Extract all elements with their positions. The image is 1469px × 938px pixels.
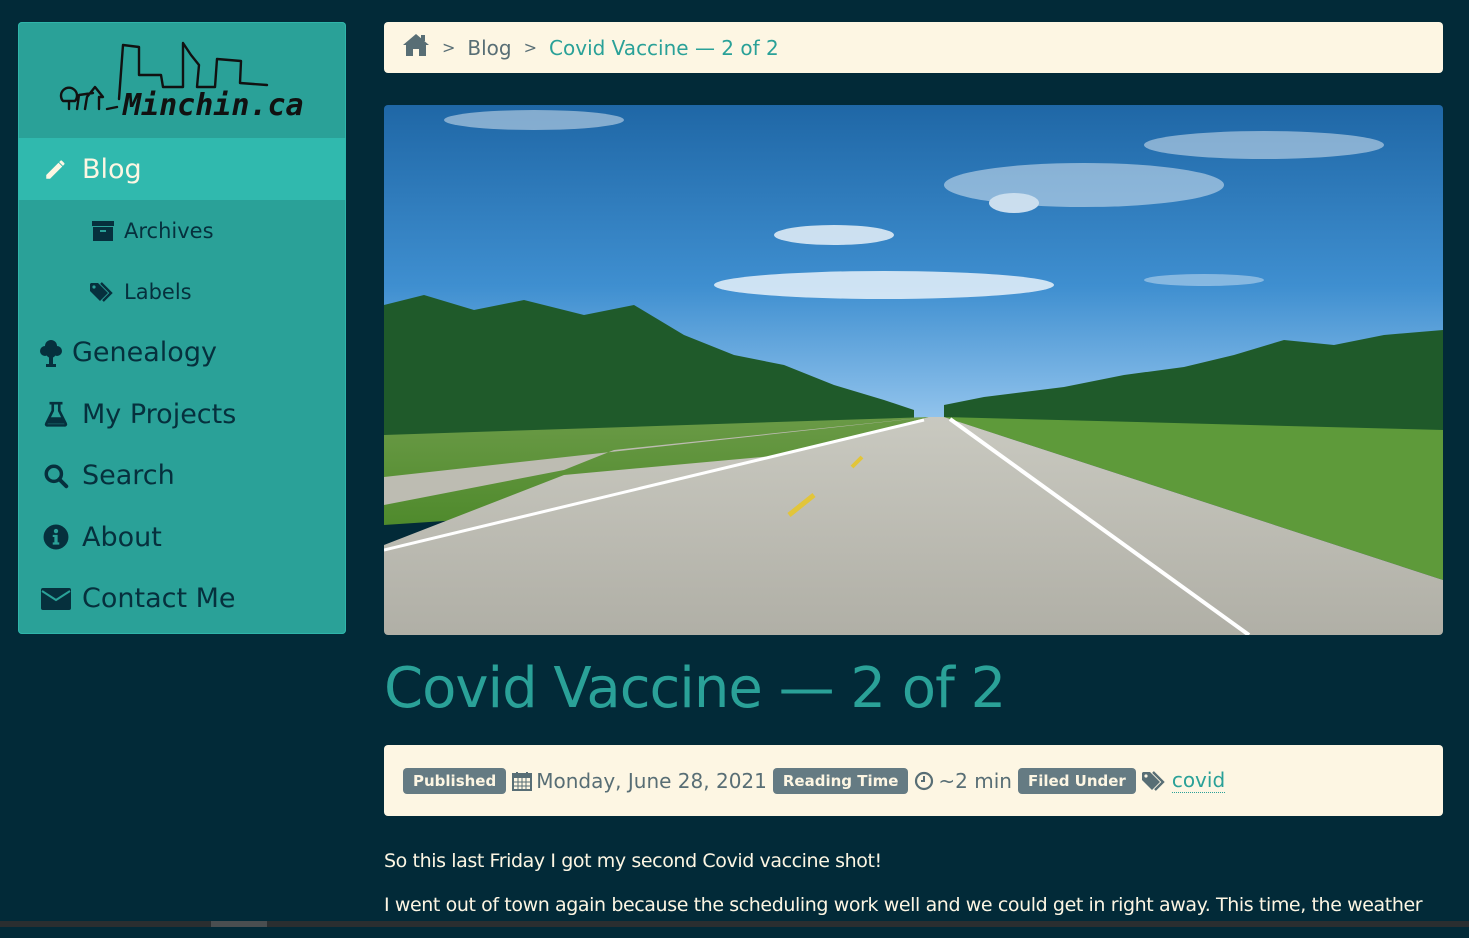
sidebar-item-label: About [82, 521, 162, 553]
road-landscape-image [384, 105, 1443, 635]
sidebar-item-label: My Projects [82, 398, 237, 430]
breadcrumb-separator: > [523, 38, 538, 57]
tree-icon [38, 339, 64, 367]
tags-icon [90, 281, 116, 302]
sidebar-item-label: Labels [124, 279, 192, 304]
horizontal-scrollbar[interactable] [0, 921, 1469, 927]
flask-icon [40, 401, 72, 427]
sidebar-item-about[interactable]: About [18, 507, 346, 569]
sidebar-item-my-projects[interactable]: My Projects [18, 384, 346, 446]
breadcrumb: > Blog > Covid Vaccine — 2 of 2 [384, 22, 1443, 73]
tag-link-covid[interactable]: covid [1171, 768, 1226, 793]
breadcrumb-home[interactable] [402, 33, 430, 62]
archive-box-icon [90, 220, 116, 241]
post-paragraph: I went out of town again because the sch… [384, 894, 1423, 916]
info-circle-icon [40, 524, 72, 550]
breadcrumb-current: Covid Vaccine — 2 of 2 [549, 35, 779, 60]
pencil-icon [40, 156, 72, 182]
minchin-logo-icon: Minchin.ca [59, 41, 304, 123]
post-meta: Published Monday, June 28, 2021 Reading … [384, 745, 1443, 816]
tags-icon [1141, 770, 1168, 791]
hero-image [384, 105, 1443, 635]
svg-text:Minchin.ca: Minchin.ca [122, 88, 304, 123]
calendar-icon [512, 771, 533, 791]
sidebar: Minchin.ca Blog Archives Labels Genealog… [18, 22, 346, 634]
search-icon [40, 463, 72, 489]
site-logo[interactable]: Minchin.ca [18, 22, 346, 138]
sidebar-item-genealogy[interactable]: Genealogy [18, 322, 346, 384]
sidebar-item-archives[interactable]: Archives [18, 200, 346, 261]
breadcrumb-blog[interactable]: Blog [467, 36, 511, 60]
published-date: Monday, June 28, 2021 [536, 768, 767, 793]
sidebar-item-contact-me[interactable]: Contact Me [18, 568, 346, 630]
sidebar-item-label: Archives [124, 218, 214, 243]
sidebar-item-label: Contact Me [82, 583, 236, 615]
post-title: Covid Vaccine — 2 of 2 [384, 656, 1006, 721]
breadcrumb-separator: > [442, 38, 456, 57]
sidebar-item-label: Blog [82, 153, 142, 185]
reading-time-badge: Reading Time [772, 767, 909, 794]
home-icon [402, 33, 430, 62]
sidebar-item-label: Search [82, 460, 175, 492]
post-paragraph: So this last Friday I got my second Covi… [384, 850, 882, 872]
scrollbar-thumb[interactable] [211, 921, 267, 927]
sidebar-item-label: Genealogy [72, 337, 217, 369]
reading-time: ~2 min [938, 768, 1012, 793]
sidebar-item-blog[interactable]: Blog [18, 138, 346, 200]
envelope-icon [40, 587, 72, 610]
published-badge: Published [403, 767, 507, 794]
filed-under-badge: Filed Under [1017, 767, 1136, 794]
clock-icon [914, 771, 934, 791]
sidebar-item-labels[interactable]: Labels [18, 261, 346, 322]
sidebar-item-search[interactable]: Search [18, 445, 346, 507]
